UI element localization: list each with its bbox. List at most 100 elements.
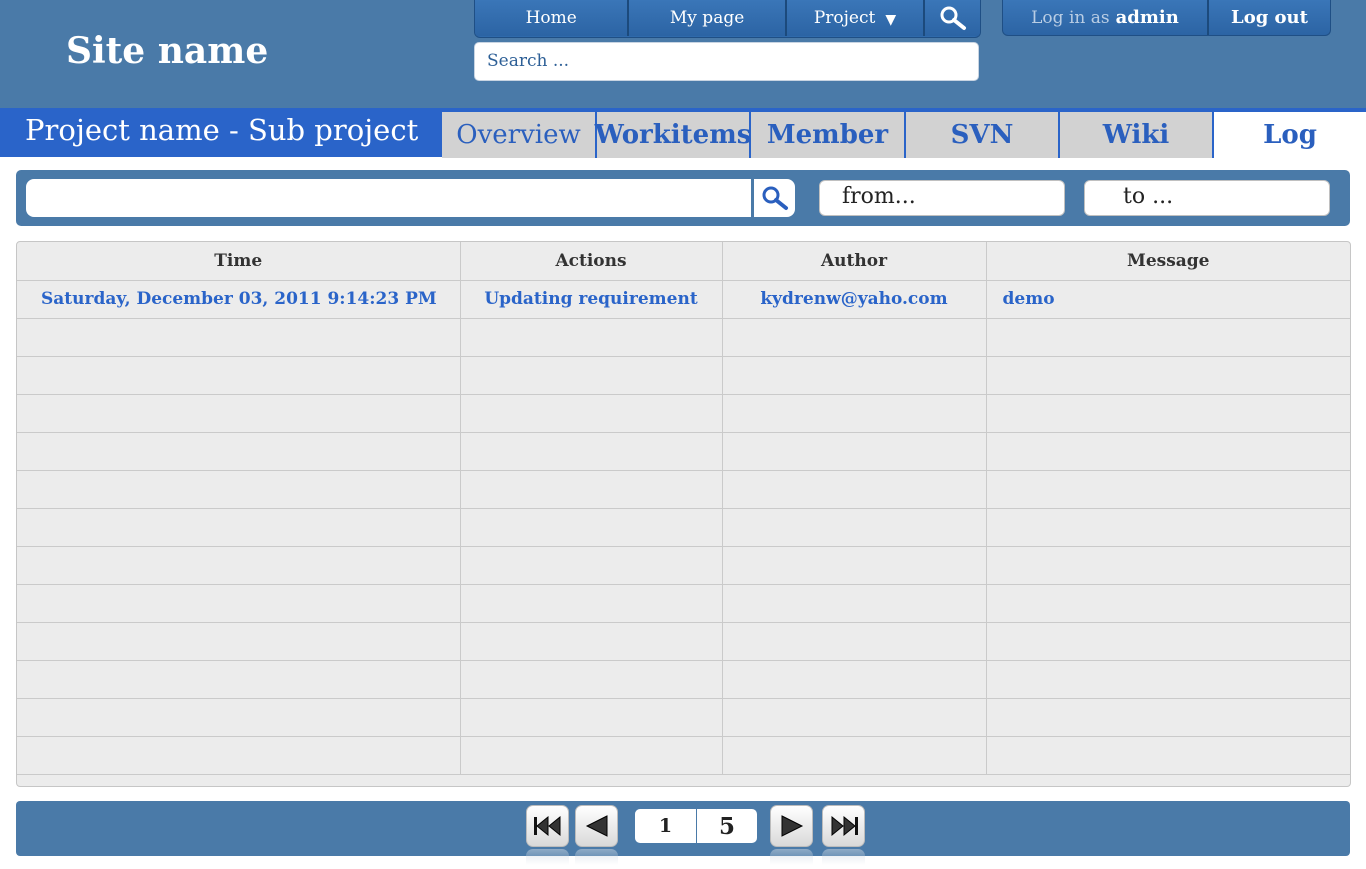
table-row [17,546,1350,585]
nav-search-button[interactable] [925,0,980,36]
column-header-message[interactable]: Message [986,242,1350,281]
empty-cell [17,318,461,357]
chevron-down-icon: ▼ [885,11,897,28]
nav-my-page[interactable]: My page [629,0,787,36]
tab-svn[interactable]: SVN [906,112,1060,158]
top-navigation: Home My page Project ▼ [474,0,981,38]
empty-cell [460,622,723,661]
empty-cell [17,736,461,775]
empty-cell [986,736,1350,775]
empty-cell [722,622,987,661]
log-search-input[interactable] [26,179,751,217]
table-row [17,508,1350,547]
log-author[interactable]: kydrenw@yaho.com [722,280,987,319]
empty-cell [986,394,1350,433]
empty-cell [17,584,461,623]
table-row [17,736,1350,775]
empty-cell [17,394,461,433]
search-icon [762,186,788,210]
log-time[interactable]: Saturday, December 03, 2011 9:14:23 PM [17,280,461,319]
empty-cell [17,660,461,699]
empty-cell [722,470,987,509]
table-row [17,470,1350,509]
column-header-time[interactable]: Time [17,242,461,281]
previous-page-button[interactable] [575,805,618,847]
empty-cell [986,470,1350,509]
tab-member[interactable]: Member [751,112,906,158]
skip-last-icon [831,815,858,837]
empty-cell [986,584,1350,623]
table-header-row: Time Actions Author Message [17,242,1350,281]
log-table: Time Actions Author Message Saturday, De… [16,241,1351,787]
empty-cell [17,508,461,547]
empty-cell [986,432,1350,471]
empty-cell [986,546,1350,585]
table-row [17,394,1350,433]
empty-cell [17,356,461,395]
empty-cell [986,318,1350,357]
table-row [17,318,1350,357]
empty-cell [460,394,723,433]
empty-cell [722,394,987,433]
column-header-author[interactable]: Author [722,242,987,281]
empty-cell [722,508,987,547]
table-row [17,698,1350,737]
empty-cell [722,584,987,623]
empty-cell [460,584,723,623]
search-icon [940,6,966,30]
logout-button[interactable]: Log out [1209,0,1330,35]
empty-cell [986,698,1350,737]
date-to-field[interactable]: to ... [1084,180,1330,216]
button-reflection [822,849,865,865]
empty-cell [722,432,987,471]
log-search-button[interactable] [752,179,795,217]
user-bar: Log in as admin Log out [1002,0,1331,36]
log-filter-bar: from... to ... [16,170,1350,226]
triangle-left-icon [585,815,607,837]
empty-cell [722,660,987,699]
project-title: Project name - Sub project [0,108,442,157]
empty-cell [17,432,461,471]
empty-cell [722,356,987,395]
table-row[interactable]: Saturday, December 03, 2011 9:14:23 PM U… [17,280,1350,319]
login-prefix: Log in as [1031,7,1110,28]
empty-cell [460,546,723,585]
empty-cell [460,432,723,471]
button-reflection [575,849,618,865]
first-page-button[interactable] [526,805,569,847]
login-status: Log in as admin [1003,0,1209,35]
empty-cell [986,622,1350,661]
empty-cell [986,356,1350,395]
log-action[interactable]: Updating requirement [460,280,723,319]
table-row [17,356,1350,395]
table-row [17,584,1350,623]
global-search-input[interactable]: Search ... [474,42,979,81]
empty-cell [986,660,1350,699]
button-reflection [770,849,813,865]
nav-home[interactable]: Home [475,0,630,36]
log-message[interactable]: demo [986,280,1350,319]
empty-cell [460,470,723,509]
tab-overview[interactable]: Overview [442,112,597,158]
next-page-button[interactable] [770,805,813,847]
column-header-actions[interactable]: Actions [460,242,723,281]
tab-workitems[interactable]: Workitems [595,112,751,158]
username[interactable]: admin [1116,7,1179,28]
empty-cell [17,622,461,661]
last-page-button[interactable] [822,805,865,847]
button-reflection [526,849,569,865]
current-page-input[interactable]: 1 [635,809,696,843]
empty-cell [722,546,987,585]
nav-project-dropdown[interactable]: Project ▼ [786,0,926,36]
tab-log[interactable]: Log [1214,112,1366,158]
empty-cell [17,470,461,509]
table-row [17,660,1350,699]
total-pages: 5 [697,809,757,843]
empty-cell [986,508,1350,547]
skip-first-icon [533,815,560,837]
site-name[interactable]: Site name [66,30,268,72]
date-from-field[interactable]: from... [819,180,1065,216]
tab-wiki[interactable]: Wiki [1060,112,1214,158]
empty-cell [460,356,723,395]
empty-cell [460,508,723,547]
